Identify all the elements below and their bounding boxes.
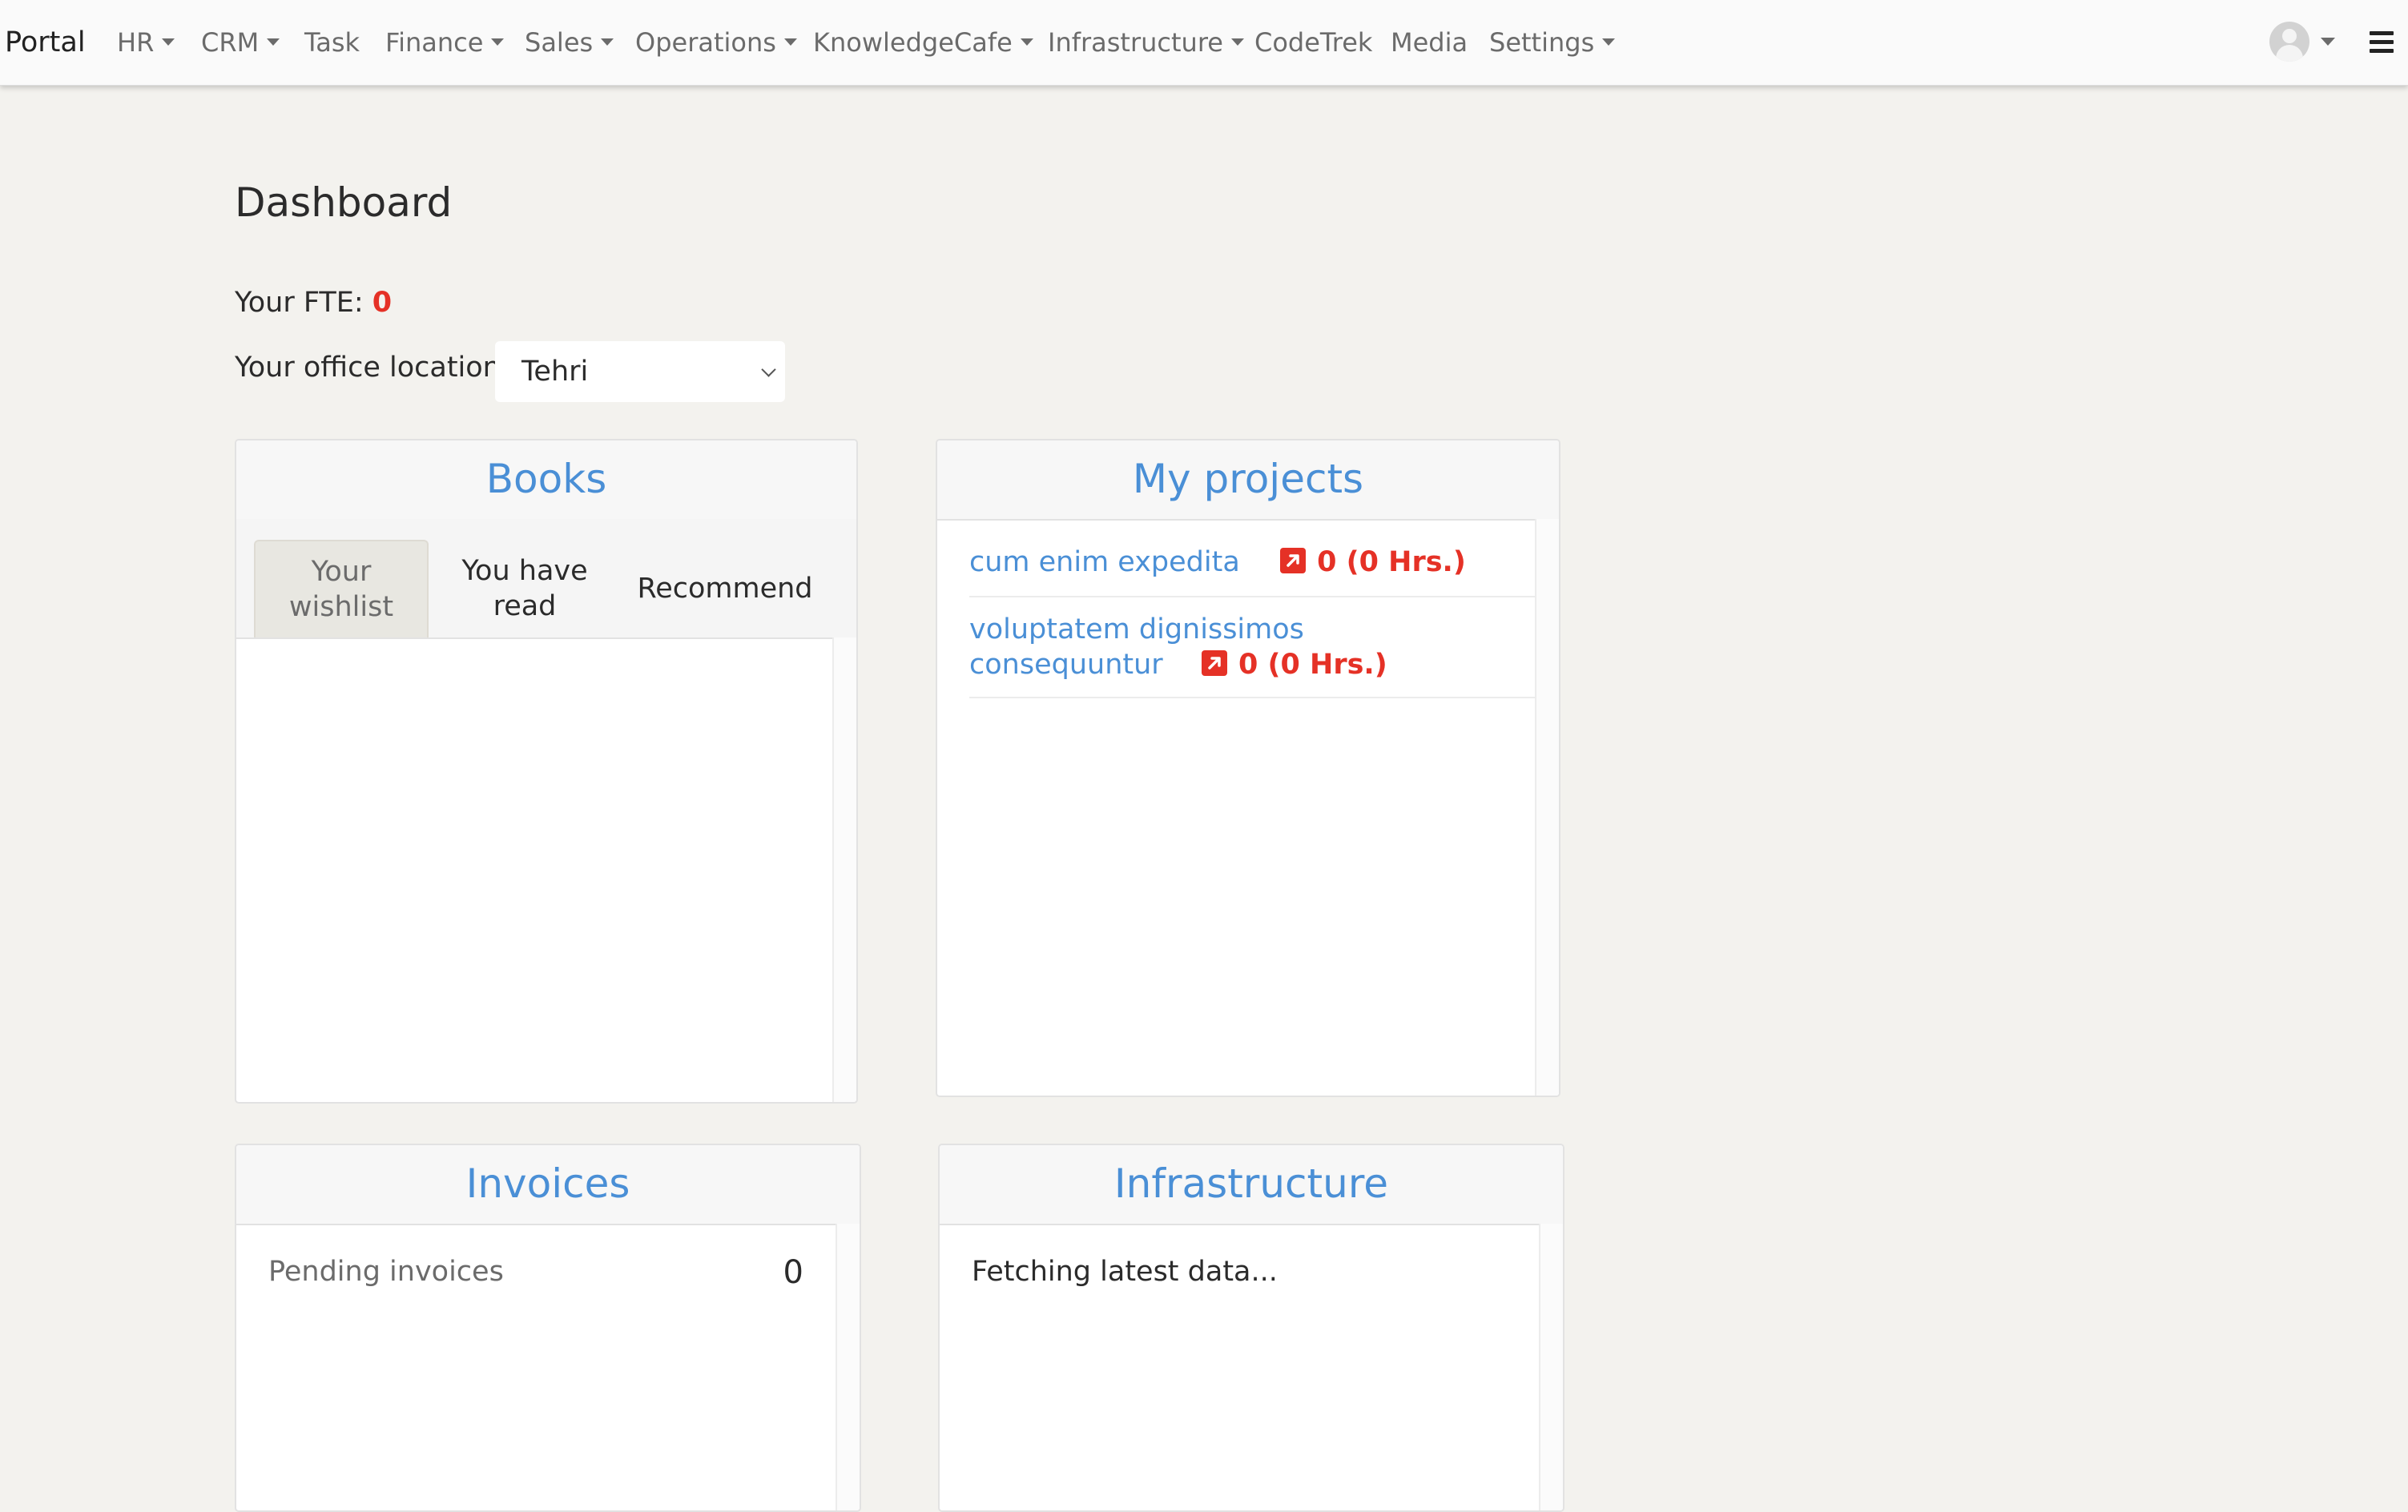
nav-hr-label: HR: [117, 27, 155, 58]
caret-down-icon: [1602, 38, 1616, 46]
tab-recommend[interactable]: Recommend: [619, 540, 831, 637]
tab-your-wishlist[interactable]: Your wishlist: [254, 540, 429, 637]
nav-codetrek[interactable]: CodeTrek: [1254, 0, 1372, 85]
nav-crm[interactable]: CRM: [201, 0, 280, 85]
invoices-card-title: Invoices: [236, 1145, 860, 1225]
nav-infrastructure-label: Infrastructure: [1048, 27, 1223, 58]
project-hours: 0 (0 Hrs.): [1317, 546, 1466, 578]
project-list-item: cum enim expedita 0 (0 Hrs.): [969, 545, 1538, 597]
hamburger-menu-icon[interactable]: [2370, 31, 2394, 54]
nav-knowledgecafe[interactable]: KnowledgeCafe: [813, 0, 1033, 85]
tab-line1: You have: [461, 555, 588, 587]
projects-scrollbar[interactable]: [1535, 519, 1559, 1096]
infrastructure-scrollbar[interactable]: [1539, 1224, 1563, 1510]
nav-task[interactable]: Task: [304, 0, 360, 85]
tab-line2: read: [493, 590, 557, 622]
books-scrollbar[interactable]: [832, 637, 856, 1102]
fte-value: 0: [372, 287, 393, 319]
tab-line2: wishlist: [288, 591, 394, 623]
nav-task-label: Task: [304, 27, 360, 58]
chevron-down-icon[interactable]: [2321, 38, 2335, 46]
nav-media[interactable]: Media: [1391, 0, 1468, 85]
tab-recommend-label: Recommend: [637, 573, 813, 605]
project-link-line1: voluptatem dignissimos: [969, 613, 1304, 645]
external-link-icon[interactable]: [1201, 650, 1227, 676]
nav-settings-label: Settings: [1489, 27, 1595, 58]
books-tabs: Your wishlist You have read Recommend: [236, 519, 856, 639]
external-link-icon[interactable]: [1280, 548, 1307, 573]
fte-line: Your FTE: 0: [235, 287, 392, 319]
infrastructure-card: Infrastructure Fetching latest data...: [938, 1144, 1564, 1512]
avatar-body-shape: [2276, 45, 2303, 62]
fte-label: Your FTE:: [235, 287, 364, 319]
project-link-line2: consequuntur: [969, 649, 1163, 681]
infrastructure-card-title: Infrastructure: [940, 1145, 1563, 1225]
projects-card: My projects cum enim expedita 0 (0 Hrs.)…: [936, 439, 1560, 1097]
avatar-head-shape: [2282, 29, 2297, 43]
nav-sales-label: Sales: [525, 27, 594, 58]
top-navbar: Portal HR CRM Task Finance Sales Operati…: [0, 0, 2408, 86]
infrastructure-status: Fetching latest data...: [972, 1256, 1278, 1288]
caret-down-icon: [1230, 38, 1244, 46]
nav-infrastructure[interactable]: Infrastructure: [1048, 0, 1244, 85]
invoices-scrollbar[interactable]: [836, 1224, 860, 1510]
pending-invoices-label: Pending invoices: [268, 1256, 504, 1288]
tab-you-have-read-label: You have read: [461, 553, 587, 624]
caret-down-icon: [601, 38, 614, 46]
nav-hr[interactable]: HR: [117, 0, 175, 85]
caret-down-icon: [162, 38, 175, 46]
caret-down-icon: [491, 38, 505, 46]
pending-invoices-count: 0: [783, 1254, 803, 1291]
caret-down-icon: [1020, 38, 1033, 46]
office-location-select[interactable]: Tehri: [495, 341, 785, 402]
page-title: Dashboard: [235, 179, 453, 226]
tab-your-wishlist-label: Your wishlist: [289, 554, 393, 625]
caret-down-icon: [267, 38, 280, 46]
caret-down-icon: [783, 38, 797, 46]
invoices-card: Invoices Pending invoices 0: [235, 1144, 861, 1512]
nav-finance[interactable]: Finance: [385, 0, 505, 85]
office-location-label: Your office location: [235, 352, 501, 384]
nav-codetrek-label: CodeTrek: [1254, 27, 1373, 58]
nav-finance-label: Finance: [385, 27, 484, 58]
nav-media-label: Media: [1391, 27, 1468, 58]
office-location-value: Tehri: [521, 356, 589, 388]
brand-link[interactable]: Portal: [5, 0, 86, 85]
user-avatar-icon[interactable]: [2269, 22, 2309, 62]
project-list-item: voluptatem dignissimos consequuntur 0 (0 …: [969, 612, 1538, 698]
books-card-title: Books: [236, 440, 856, 521]
project-hours: 0 (0 Hrs.): [1238, 649, 1387, 681]
nav-crm-label: CRM: [201, 27, 260, 58]
nav-operations[interactable]: Operations: [635, 0, 797, 85]
projects-card-title: My projects: [937, 440, 1559, 521]
tab-you-have-read[interactable]: You have read: [437, 540, 613, 637]
books-card: Books Your wishlist You have read Recomm…: [235, 439, 858, 1104]
nav-knowledgecafe-label: KnowledgeCafe: [813, 27, 1013, 58]
project-link[interactable]: cum enim expedita: [969, 546, 1240, 578]
chevron-down-icon: [761, 362, 776, 377]
nav-sales[interactable]: Sales: [525, 0, 614, 85]
nav-operations-label: Operations: [635, 27, 776, 58]
nav-settings[interactable]: Settings: [1489, 0, 1616, 85]
tab-line1: Your: [311, 556, 372, 588]
